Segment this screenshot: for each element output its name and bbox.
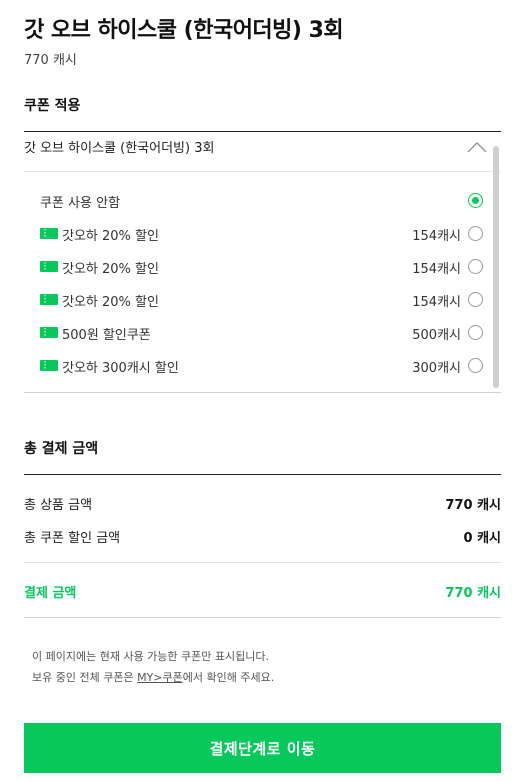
pay-amount-value: 770 캐시 [445,586,501,601]
notice-line: 이 페이지에는 현재 사용 가능한 쿠폰만 표시됩니다. [32,650,269,663]
ticket-icon [40,327,58,338]
product-amount-label: 총 상품 금액 [24,498,93,513]
my-coupon-link[interactable]: MY>쿠폰 [137,671,183,684]
ticket-icon [40,228,58,239]
notice-line: 보유 중인 전체 쿠폰은 MY>쿠폰에서 확인해 주세요. [32,669,274,685]
radio-button[interactable] [468,226,483,241]
divider [24,474,501,475]
radio-button[interactable] [468,259,483,274]
chevron-up-icon[interactable] [467,141,487,153]
radio-button[interactable] [468,358,483,373]
coupon-name: 500원 할인쿠폰 [62,328,151,343]
coupon-option[interactable]: 500원 할인쿠폰 500캐시 [24,318,492,351]
coupon-name: 갓오하 300캐시 할인 [62,361,179,376]
ticket-icon [40,261,58,272]
coupon-header[interactable]: 갓 오브 하이스쿨 (한국어더빙) 3회 [24,132,501,172]
coupon-option[interactable]: 쿠폰 사용 안함 [24,186,492,219]
scrollbar-thumb[interactable] [493,146,499,388]
coupon-name: 갓오하 20% 할인 [62,229,159,244]
divider [24,562,501,563]
radio-button[interactable] [468,292,483,307]
coupon-option[interactable]: 갓오하 20% 할인 154캐시 [24,219,492,252]
coupon-name: 갓오하 20% 할인 [62,262,159,277]
product-price: 770 캐시 [24,53,77,68]
coupon-name: 쿠폰 사용 안함 [40,196,121,211]
coupon-box: 갓 오브 하이스쿨 (한국어더빙) 3회 쿠폰 사용 안함 갓오하 20% 할인… [24,131,501,393]
coupon-option[interactable]: 갓오하 20% 할인 154캐시 [24,285,492,318]
coupon-list: 쿠폰 사용 안함 갓오하 20% 할인 154캐시 갓오하 20% 할인 154… [24,172,501,393]
pay-amount-label: 결제 금액 [24,586,77,601]
radio-button[interactable] [468,325,483,340]
coupon-header-label: 갓 오브 하이스쿨 (한국어더빙) 3회 [24,141,215,156]
total-section-title: 총 결제 금액 [24,441,99,457]
ticket-icon [40,360,58,371]
coupon-amount: 154캐시 [412,295,461,310]
notice-text: 에서 확인해 주세요. [182,671,275,684]
coupon-amount: 300캐시 [412,361,461,376]
coupon-name: 갓오하 20% 할인 [62,295,159,310]
coupon-discount-value: 0 캐시 [463,531,502,546]
coupon-amount: 154캐시 [412,229,461,244]
scrollbar[interactable] [493,146,499,388]
ticket-icon [40,294,58,305]
coupon-discount-label: 총 쿠폰 할인 금액 [24,531,121,546]
checkout-button[interactable]: 결제단계로 이동 [24,723,501,773]
notice-text: 보유 중인 전체 쿠폰은 [32,671,138,684]
divider [24,617,501,618]
coupon-option[interactable]: 갓오하 300캐시 할인 300캐시 [24,351,492,384]
product-amount-value: 770 캐시 [445,498,501,513]
coupon-option[interactable]: 갓오하 20% 할인 154캐시 [24,252,492,285]
coupon-amount: 154캐시 [412,262,461,277]
radio-button[interactable] [468,193,483,208]
product-title: 갓 오브 하이스쿨 (한국어더빙) 3회 [24,18,344,43]
coupon-amount: 500캐시 [412,328,461,343]
coupon-section-title: 쿠폰 적용 [24,98,81,114]
